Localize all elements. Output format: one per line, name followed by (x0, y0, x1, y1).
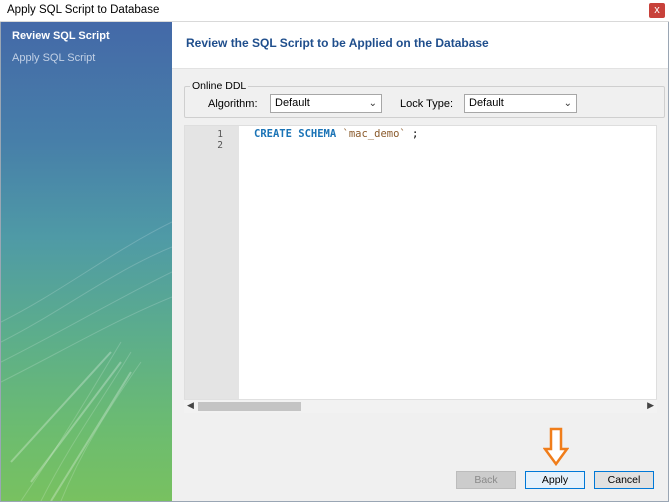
title-bar: Apply SQL Script to Database x (0, 0, 669, 22)
window-title: Apply SQL Script to Database (7, 4, 160, 16)
close-button[interactable]: x (649, 3, 665, 18)
window-border (0, 22, 669, 502)
